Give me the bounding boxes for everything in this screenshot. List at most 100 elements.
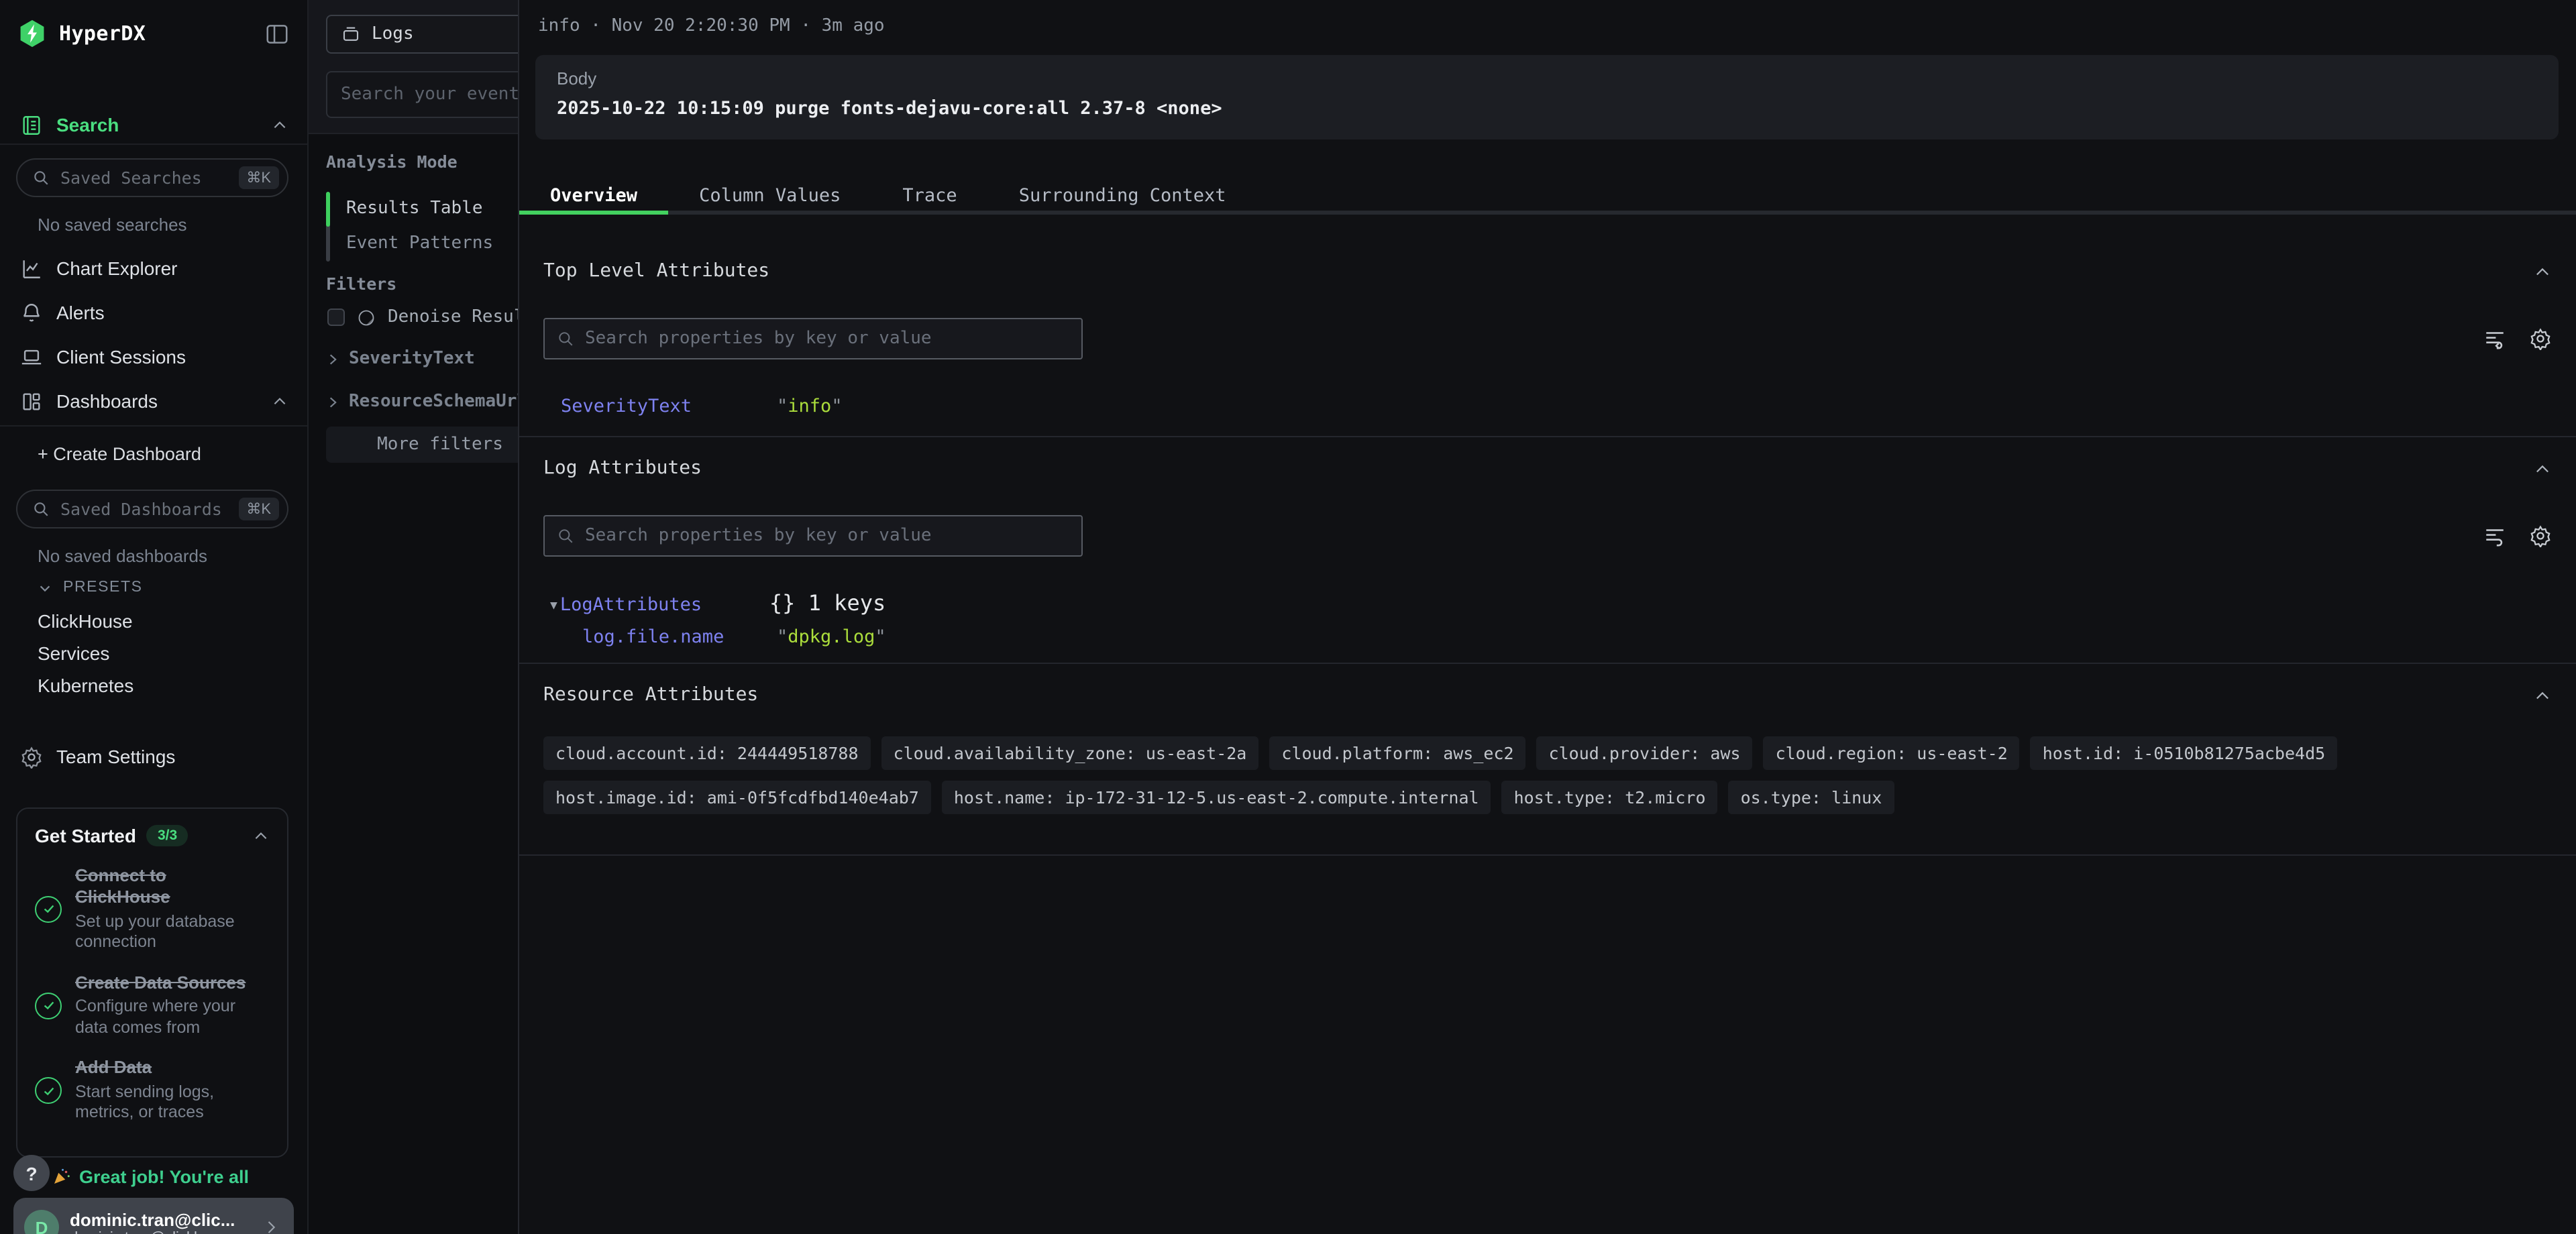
get-started-step[interactable]: Connect to ClickHouse Set up your databa… — [35, 865, 270, 954]
mode-results-table[interactable]: Results Table — [346, 199, 483, 219]
attribute-tree-root[interactable]: ▼ LogAttributes {} 1 keys — [550, 590, 2552, 616]
triangle-down-icon: ▼ — [550, 600, 557, 613]
resource-chip[interactable]: cloud.platform: aws_ec2 — [1269, 736, 1525, 770]
resource-chip[interactable]: os.type: linux — [1729, 781, 1894, 814]
presets-toggle[interactable]: PRESETS — [38, 579, 143, 596]
tab-column-values[interactable]: Column Values — [668, 180, 871, 211]
bell-icon — [19, 301, 43, 324]
sidebar-item-chart-explorer[interactable]: Chart Explorer — [0, 251, 307, 286]
sidebar-item-alerts[interactable]: Alerts — [0, 295, 307, 330]
section-title: Resource Attributes — [543, 684, 758, 706]
event-header: info · Nov 20 2:20:30 PM · 3m ago — [538, 16, 885, 36]
detail-tabbar: Overview Column Values Trace Surrounding… — [519, 180, 2576, 215]
app-title: HyperDX — [59, 21, 146, 46]
resource-chip[interactable]: cloud.availability_zone: us-east-2a — [881, 736, 1259, 770]
step-title: Create Data Sources — [75, 972, 263, 995]
tree-keys-count: {} 1 keys — [769, 590, 885, 616]
chevron-up-icon[interactable] — [271, 392, 288, 410]
chevron-up-icon[interactable] — [271, 116, 288, 133]
filter-group-resourceschemaurl[interactable]: ResourceSchemaUrl — [326, 392, 518, 412]
source-select[interactable]: Logs — [326, 15, 518, 54]
sidebar-item-label: Chart Explorer — [56, 258, 178, 279]
chevron-up-icon[interactable] — [2533, 263, 2552, 282]
search-logs-icon — [19, 113, 43, 136]
sidebar-item-client-sessions[interactable]: Client Sessions — [0, 339, 307, 374]
step-title: Add Data — [75, 1058, 263, 1080]
attribute-row[interactable]: SeverityText info — [561, 396, 2552, 417]
saved-searches-placeholder: Saved Searches — [60, 168, 227, 188]
chevron-up-icon[interactable] — [2533, 460, 2552, 479]
check-circle-icon — [35, 896, 62, 923]
sidebar-item-dashboards[interactable]: Dashboards — [0, 384, 307, 418]
gear-icon[interactable] — [2529, 524, 2552, 547]
property-search-input[interactable]: Search properties by key or value — [543, 318, 1083, 359]
analysis-mode-track — [326, 192, 330, 262]
sidebar-item-label: Alerts — [56, 302, 105, 323]
sidebar-item-label: Search — [56, 114, 119, 135]
get-started-step[interactable]: Create Data Sources Configure where your… — [35, 972, 270, 1039]
resource-chip[interactable]: cloud.provider: aws — [1537, 736, 1753, 770]
sidebar-item-team-settings[interactable]: Team Settings — [0, 739, 307, 774]
attribute-key[interactable]: LogAttributes — [560, 594, 769, 616]
filter-panel: Logs Search your event Analysis Mode Res… — [309, 0, 518, 1234]
resource-chip[interactable]: host.image.id: ami-0f5fcdfbd140e4ab7 — [543, 781, 931, 814]
congrats-text: Great job! You're all — [79, 1167, 249, 1188]
sidebar-collapse-icon[interactable] — [264, 21, 290, 46]
property-search-input[interactable]: Search properties by key or value — [543, 515, 1083, 557]
get-started-step[interactable]: Add Data Start sending logs, metrics, or… — [35, 1058, 270, 1124]
active-mode-indicator — [326, 192, 330, 227]
resource-chip[interactable]: host.name: ip-172-31-12-5.us-east-2.comp… — [942, 781, 1491, 814]
preset-clickhouse[interactable]: ClickHouse — [38, 610, 133, 632]
preset-services[interactable]: Services — [38, 642, 109, 664]
user-account-button[interactable]: D dominic.tran@clic... dominic.tran@clic… — [13, 1198, 294, 1234]
tab-trace[interactable]: Trace — [871, 180, 987, 211]
tab-surrounding-context[interactable]: Surrounding Context — [988, 180, 1257, 211]
gear-icon[interactable] — [2529, 327, 2552, 350]
attribute-row[interactable]: log.file.name dpkg.log — [561, 626, 2552, 648]
source-select-value: Logs — [372, 24, 414, 44]
body-label: Body — [557, 68, 2537, 89]
resource-chip[interactable]: cloud.region: us-east-2 — [1764, 736, 2020, 770]
congrats-message: Great job! You're all — [51, 1167, 292, 1188]
avatar: D — [24, 1210, 59, 1234]
wrap-lines-icon[interactable] — [2483, 524, 2506, 547]
hyperdx-logo-icon — [17, 19, 47, 48]
saved-searches-input[interactable]: Saved Searches ⌘K — [16, 158, 288, 197]
attribute-key[interactable]: log.file.name — [561, 626, 777, 648]
saved-dashboards-placeholder: Saved Dashboards — [60, 499, 227, 519]
resource-chip[interactable]: cloud.account.id: 244449518788 — [543, 736, 871, 770]
section-title: Top Level Attributes — [543, 260, 769, 282]
denoise-checkbox[interactable] — [327, 308, 345, 326]
attribute-key[interactable]: SeverityText — [561, 396, 777, 417]
logo-row: HyperDX — [17, 16, 290, 51]
wrap-lines-icon[interactable] — [2483, 327, 2506, 350]
filters-label: Filters — [326, 274, 396, 294]
resource-chip[interactable]: host.type: t2.micro — [1502, 781, 1718, 814]
attribute-value[interactable]: dpkg.log — [777, 626, 886, 648]
chevron-right-icon — [326, 352, 339, 366]
denoise-results-row[interactable]: Denoise Results — [327, 307, 518, 327]
event-detail-panel: info · Nov 20 2:20:30 PM · 3m ago Body 2… — [518, 0, 2576, 1234]
mode-event-patterns[interactable]: Event Patterns — [346, 233, 493, 254]
chevron-up-icon[interactable] — [252, 827, 270, 844]
body-text: 2025-10-22 10:15:09 purge fonts-dejavu-c… — [557, 98, 2537, 119]
user-name: dominic.tran@clic... — [70, 1209, 251, 1229]
search-icon — [557, 527, 574, 545]
sidebar-item-search[interactable]: Search — [0, 107, 307, 142]
preset-kubernetes[interactable]: Kubernetes — [38, 675, 133, 696]
help-button[interactable]: ? — [13, 1155, 50, 1191]
filter-group-severitytext[interactable]: SeverityText — [326, 349, 475, 369]
chevron-up-icon[interactable] — [2533, 687, 2552, 706]
resource-chip[interactable]: host.id: i-0510b81275acbe4d5 — [2031, 736, 2337, 770]
more-filters-button[interactable]: More filters — [326, 427, 518, 463]
gear-icon — [19, 745, 43, 768]
get-started-title: Get Started — [35, 825, 136, 846]
event-search-input[interactable]: Search your event — [326, 71, 518, 118]
step-desc: Set up your database connection — [75, 911, 263, 954]
create-dashboard-button[interactable]: + Create Dashboard — [38, 444, 201, 464]
saved-dashboards-input[interactable]: Saved Dashboards ⌘K — [16, 490, 288, 528]
attribute-value[interactable]: info — [777, 396, 843, 417]
search-icon — [32, 500, 50, 518]
tab-overview[interactable]: Overview — [519, 180, 668, 211]
table-source-icon — [341, 24, 361, 44]
